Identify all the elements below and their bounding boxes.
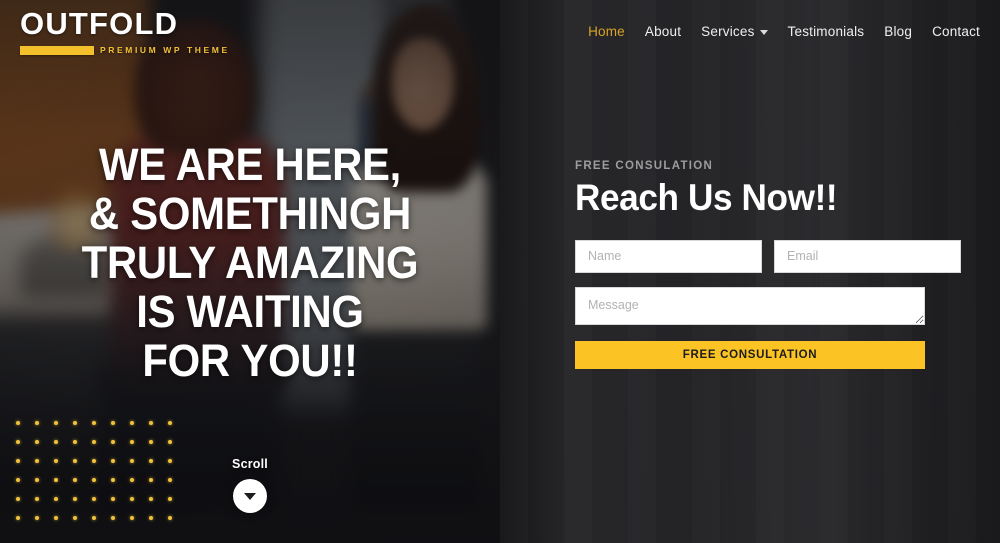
dot <box>168 516 172 520</box>
logo-accent-bar <box>20 45 94 55</box>
nav-item-about[interactable]: About <box>645 24 681 39</box>
site-header: OUTFOLD PREMIUM WP THEME Home About Serv… <box>0 0 1000 68</box>
logo[interactable]: OUTFOLD PREMIUM WP THEME <box>20 6 227 55</box>
dot <box>16 440 20 444</box>
hero-headline-line-4: IS WAITING <box>136 286 364 337</box>
dot <box>54 440 58 444</box>
free-consultation-submit-button[interactable]: FREE CONSULTATION <box>575 340 925 369</box>
hero-headline: WE ARE HERE, & SOMETHINGH TRULY AMAZING … <box>0 140 500 385</box>
dot <box>130 440 134 444</box>
hero-headline-line-5: FOR YOU!! <box>142 335 358 386</box>
scroll-down-button[interactable] <box>233 479 267 513</box>
nav-item-contact[interactable]: Contact <box>932 24 980 39</box>
dot <box>149 516 153 520</box>
dot <box>35 421 39 425</box>
dot <box>130 421 134 425</box>
hero-section: OUTFOLD PREMIUM WP THEME Home About Serv… <box>0 0 1000 543</box>
dot <box>35 516 39 520</box>
nav-item-about-label: About <box>644 24 682 39</box>
name-input[interactable] <box>575 239 762 273</box>
nav-item-contact-label: Contact <box>932 24 980 39</box>
main-navigation: Home About Services Testimonials Blog Co… <box>588 24 980 39</box>
form-row-name-email <box>575 239 961 273</box>
dot <box>54 516 58 520</box>
dot <box>16 421 20 425</box>
scroll-label: Scroll <box>232 457 268 471</box>
consultation-form: FREE CONSULATION Reach Us Now!! FREE CON… <box>575 160 961 369</box>
email-input[interactable] <box>774 239 961 273</box>
dot <box>111 440 115 444</box>
dot <box>111 421 115 425</box>
logo-tagline: PREMIUM WP THEME <box>100 45 230 55</box>
chevron-down-icon <box>244 492 256 500</box>
dot <box>111 516 115 520</box>
dot <box>73 421 77 425</box>
dot <box>73 516 77 520</box>
hero-headline-line-1: WE ARE HERE, <box>98 139 402 190</box>
dot <box>149 440 153 444</box>
nav-item-services[interactable]: Services <box>701 24 768 39</box>
hero-headline-line-2: & SOMETHINGH <box>88 188 412 239</box>
nav-item-home[interactable]: Home <box>588 24 625 39</box>
dot <box>92 440 96 444</box>
dot <box>130 516 134 520</box>
dot <box>149 421 153 425</box>
dot <box>73 440 77 444</box>
scroll-indicator: Scroll <box>0 457 500 513</box>
logo-subtitle: PREMIUM WP THEME <box>20 45 227 55</box>
dot <box>168 440 172 444</box>
hero-headline-line-3: TRULY AMAZING <box>81 237 419 288</box>
dot <box>92 516 96 520</box>
nav-item-testimonials-label: Testimonials <box>787 24 865 39</box>
nav-item-blog-label: Blog <box>884 24 913 39</box>
dot <box>168 421 172 425</box>
form-eyebrow: FREE CONSULATION <box>575 160 714 172</box>
form-title: Reach Us Now!! <box>575 177 838 218</box>
nav-item-testimonials[interactable]: Testimonials <box>788 24 865 39</box>
logo-text: OUTFOLD <box>20 6 179 41</box>
chevron-down-icon <box>759 30 768 35</box>
nav-item-services-label: Services <box>701 24 755 39</box>
dot <box>16 516 20 520</box>
nav-item-home-label: Home <box>588 24 625 39</box>
dot <box>35 440 39 444</box>
message-input[interactable] <box>575 286 925 325</box>
dot <box>54 421 58 425</box>
nav-item-blog[interactable]: Blog <box>884 24 912 39</box>
dot <box>92 421 96 425</box>
